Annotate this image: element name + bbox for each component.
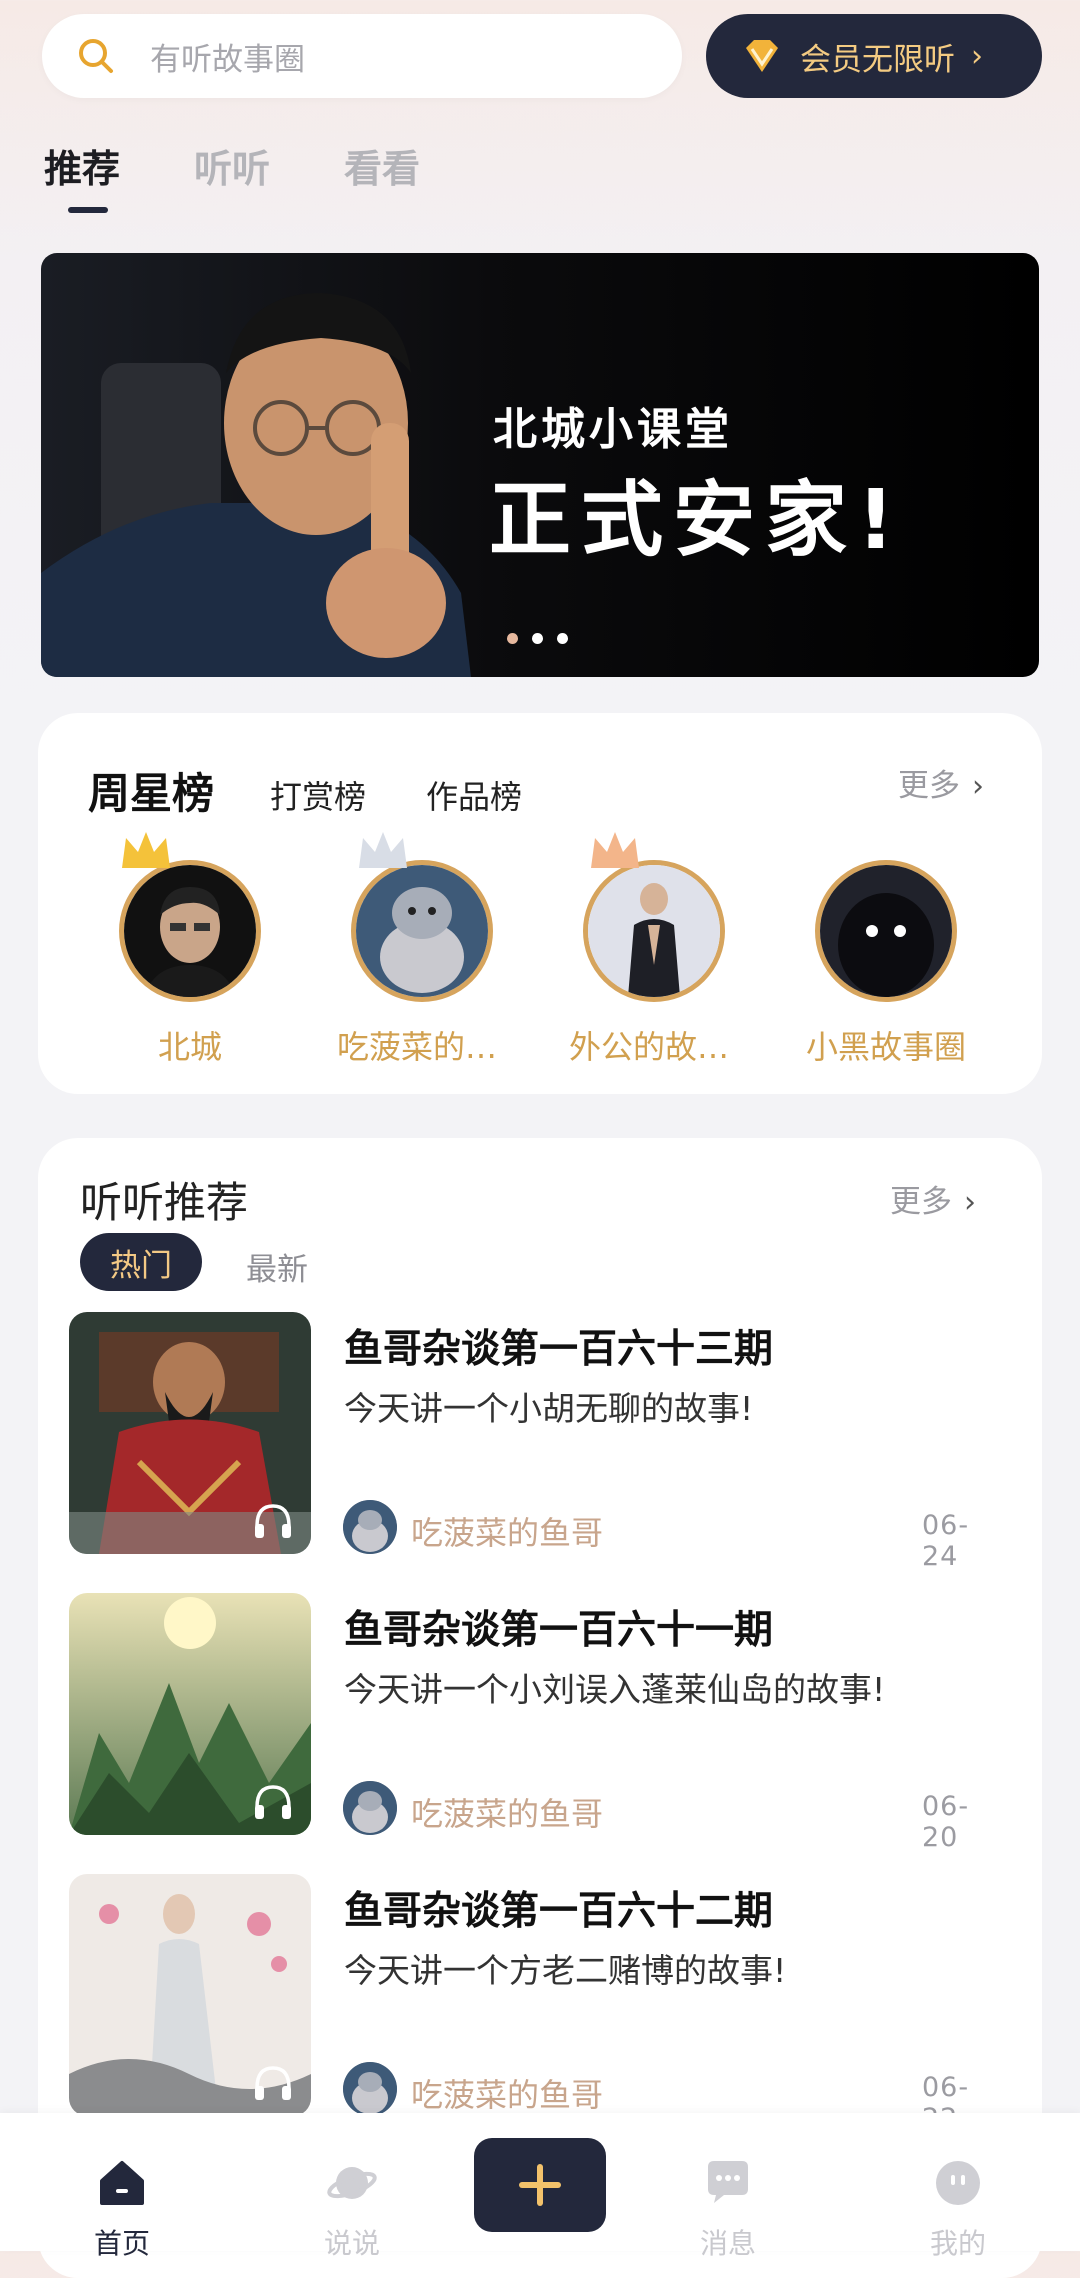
bronze-crown-icon — [591, 832, 639, 868]
filter-chip-new[interactable]: 最新 — [246, 1244, 308, 1289]
avatar — [815, 860, 957, 1002]
banner-person-image — [41, 293, 471, 677]
author-avatar — [343, 1781, 397, 1835]
banner-subtitle: 北城小课堂 — [493, 404, 733, 455]
list-item[interactable]: 鱼哥杂谈第一百六十二期 今天讲一个方老二赌博的故事! 吃菠菜的鱼哥 06-22 — [69, 1874, 999, 2134]
headphones-icon — [255, 2066, 291, 2100]
story-author[interactable]: 吃菠菜的鱼哥 — [411, 1789, 603, 1835]
ranking-item[interactable]: 外公的故事… — [569, 860, 739, 1068]
list-item[interactable]: 鱼哥杂谈第一百六十三期 今天讲一个小胡无聊的故事! 吃菠菜的鱼哥 06-24 — [69, 1312, 999, 1572]
tab-recommend[interactable]: 推荐 — [44, 138, 120, 193]
carousel-dot[interactable] — [532, 633, 543, 644]
story-date: 06-24 — [922, 1510, 970, 1572]
ranking-tab-tips[interactable]: 打赏榜 — [270, 772, 366, 818]
carousel-dot[interactable] — [507, 633, 518, 644]
tab-active-indicator — [68, 207, 108, 213]
author-avatar — [343, 2062, 397, 2116]
ranking-name: 外公的故事… — [569, 1028, 739, 1066]
story-author[interactable]: 吃菠菜的鱼哥 — [411, 2070, 603, 2116]
filter-chip-hot[interactable]: 热门 — [80, 1233, 202, 1291]
avatar — [583, 860, 725, 1002]
vip-unlimited-button[interactable]: 会员无限听 › — [706, 14, 1042, 98]
ranking-more-link[interactable]: 更多 › — [898, 760, 984, 805]
nav-home-label: 首页 — [93, 2227, 150, 2260]
nav-messages[interactable]: 消息 — [648, 2157, 808, 2262]
author-avatar — [343, 1500, 397, 1554]
chat-bubble-icon — [708, 2161, 748, 2203]
ranking-item[interactable]: 北城 — [105, 860, 275, 1068]
profile-face-icon — [936, 2161, 980, 2205]
story-description: 今天讲一个方老二赌博的故事! — [344, 1951, 787, 1990]
avatar — [119, 860, 261, 1002]
tab-listen[interactable]: 听听 — [194, 138, 270, 193]
search-placeholder: 有听故事圈 — [150, 41, 305, 78]
story-date: 06-20 — [922, 1791, 970, 1853]
vip-label: 会员无限听 — [800, 41, 955, 78]
listen-more-link[interactable]: 更多 › — [890, 1176, 976, 1221]
banner-carousel[interactable]: 北城小课堂 正式安家! — [41, 253, 1039, 677]
headphones-icon — [255, 1785, 291, 1819]
story-description: 今天讲一个小胡无聊的故事! — [344, 1389, 754, 1428]
chevron-right-icon: › — [972, 769, 984, 804]
nav-messages-label: 消息 — [699, 2227, 756, 2260]
nav-mine-label: 我的 — [929, 2227, 986, 2260]
listen-recommend-title: 听听推荐 — [80, 1178, 249, 1227]
ranking-item[interactable]: 小黑故事圈 — [801, 860, 971, 1068]
nav-mine[interactable]: 我的 — [878, 2157, 1038, 2262]
avatar — [351, 860, 493, 1002]
diamond-icon — [746, 40, 778, 72]
list-item[interactable]: 鱼哥杂谈第一百六十一期 今天讲一个小刘误入蓬莱仙岛的故事! 吃菠菜的鱼哥 06-… — [69, 1593, 999, 1853]
ranking-tab-works[interactable]: 作品榜 — [426, 772, 522, 818]
story-cover-image — [69, 1874, 311, 2116]
story-title: 鱼哥杂谈第一百六十二期 — [344, 1889, 774, 1934]
story-title: 鱼哥杂谈第一百六十三期 — [344, 1327, 774, 1372]
nav-talk[interactable]: 说说 — [272, 2157, 432, 2262]
search-icon — [79, 39, 113, 73]
chevron-right-icon: › — [964, 1185, 976, 1220]
search-bar[interactable]: 有听故事圈 — [42, 14, 682, 98]
nav-home[interactable]: 首页 — [42, 2157, 202, 2262]
ranking-item[interactable]: 吃菠菜的鱼哥 — [337, 860, 507, 1068]
carousel-dots — [507, 633, 568, 644]
carousel-dot[interactable] — [557, 633, 568, 644]
story-cover-image — [69, 1593, 311, 1835]
tab-watch[interactable]: 看看 — [344, 138, 420, 193]
nav-talk-label: 说说 — [323, 2227, 380, 2260]
ranking-title-weekly-star[interactable]: 周星榜 — [88, 760, 214, 821]
chevron-right-icon: › — [971, 38, 983, 74]
ranking-name: 北城 — [157, 1028, 222, 1066]
gold-crown-icon — [122, 832, 170, 868]
planet-icon — [327, 2167, 377, 2199]
story-author[interactable]: 吃菠菜的鱼哥 — [411, 1508, 603, 1554]
ranking-name: 小黑故事圈 — [805, 1028, 966, 1066]
ranking-name: 吃菠菜的鱼哥 — [337, 1028, 507, 1066]
more-label: 更多 — [890, 1184, 952, 1220]
silver-crown-icon — [359, 832, 407, 868]
plus-icon — [519, 2164, 561, 2206]
home-icon — [100, 2161, 144, 2205]
banner-title: 正式安家! — [489, 473, 905, 568]
story-description: 今天讲一个小刘误入蓬莱仙岛的故事! — [344, 1670, 886, 1709]
more-label: 更多 — [898, 768, 960, 804]
story-title: 鱼哥杂谈第一百六十一期 — [344, 1608, 774, 1653]
add-post-button[interactable] — [474, 2138, 606, 2232]
story-cover-image — [69, 1312, 311, 1554]
headphones-icon — [255, 1504, 291, 1538]
